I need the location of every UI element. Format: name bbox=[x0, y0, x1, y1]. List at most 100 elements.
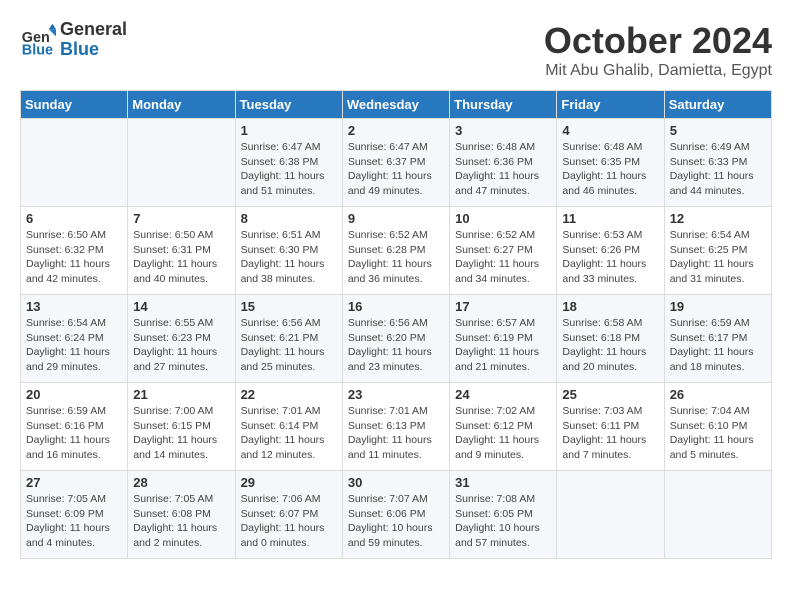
day-info: Sunrise: 6:49 AMSunset: 6:33 PMDaylight:… bbox=[670, 140, 766, 199]
calendar-table: SundayMondayTuesdayWednesdayThursdayFrid… bbox=[20, 90, 772, 559]
day-info: Sunrise: 7:02 AMSunset: 6:12 PMDaylight:… bbox=[455, 404, 551, 463]
day-number: 3 bbox=[455, 123, 551, 138]
calendar-cell: 14Sunrise: 6:55 AMSunset: 6:23 PMDayligh… bbox=[128, 295, 235, 383]
day-info: Sunrise: 6:59 AMSunset: 6:17 PMDaylight:… bbox=[670, 316, 766, 375]
week-row-4: 20Sunrise: 6:59 AMSunset: 6:16 PMDayligh… bbox=[21, 383, 772, 471]
day-number: 30 bbox=[348, 475, 444, 490]
day-header-thursday: Thursday bbox=[450, 91, 557, 119]
day-info: Sunrise: 7:05 AMSunset: 6:09 PMDaylight:… bbox=[26, 492, 122, 551]
day-number: 4 bbox=[562, 123, 658, 138]
day-info: Sunrise: 6:50 AMSunset: 6:31 PMDaylight:… bbox=[133, 228, 229, 287]
day-number: 10 bbox=[455, 211, 551, 226]
calendar-cell bbox=[557, 471, 664, 559]
day-info: Sunrise: 6:54 AMSunset: 6:24 PMDaylight:… bbox=[26, 316, 122, 375]
page-header: Gen Blue General Blue October 2024 Mit A… bbox=[20, 20, 772, 80]
calendar-cell: 28 Sunrise: 7:05 AMSunset: 6:08 PMDayligh… bbox=[128, 471, 235, 559]
calendar-cell: 21 Sunrise: 7:00 AMSunset: 6:15 PMDayligh… bbox=[128, 383, 235, 471]
day-info: Sunrise: 6:47 AMSunset: 6:38 PMDaylight:… bbox=[241, 140, 337, 199]
calendar-cell: 24Sunrise: 7:02 AMSunset: 6:12 PMDayligh… bbox=[450, 383, 557, 471]
day-number: 1 bbox=[241, 123, 337, 138]
week-row-2: 6 Sunrise: 6:50 AMSunset: 6:32 PMDaylight… bbox=[21, 207, 772, 295]
day-header-friday: Friday bbox=[557, 91, 664, 119]
day-number: 20 bbox=[26, 387, 122, 402]
logo-blue: Blue bbox=[60, 40, 127, 60]
day-number: 27 bbox=[26, 475, 122, 490]
day-number: 21 bbox=[133, 387, 229, 402]
day-number: 12 bbox=[670, 211, 766, 226]
calendar-cell: 22Sunrise: 7:01 AMSunset: 6:14 PMDayligh… bbox=[235, 383, 342, 471]
calendar-cell: 16 Sunrise: 6:56 AMSunset: 6:20 PMDayligh… bbox=[342, 295, 449, 383]
day-info: Sunrise: 6:54 AMSunset: 6:25 PMDaylight:… bbox=[670, 228, 766, 287]
day-info: Sunrise: 7:01 AMSunset: 6:14 PMDaylight:… bbox=[241, 404, 337, 463]
day-info: Sunrise: 7:07 AMSunset: 6:06 PMDaylight:… bbox=[348, 492, 444, 551]
day-header-wednesday: Wednesday bbox=[342, 91, 449, 119]
title-block: October 2024 Mit Abu Ghalib, Damietta, E… bbox=[544, 20, 772, 80]
day-number: 2 bbox=[348, 123, 444, 138]
calendar-cell: 4 Sunrise: 6:48 AMSunset: 6:35 PMDaylight… bbox=[557, 119, 664, 207]
day-info: Sunrise: 6:57 AMSunset: 6:19 PMDaylight:… bbox=[455, 316, 551, 375]
day-number: 13 bbox=[26, 299, 122, 314]
day-info: Sunrise: 6:58 AMSunset: 6:18 PMDaylight:… bbox=[562, 316, 658, 375]
calendar-cell: 1 Sunrise: 6:47 AMSunset: 6:38 PMDaylight… bbox=[235, 119, 342, 207]
day-number: 6 bbox=[26, 211, 122, 226]
day-info: Sunrise: 6:48 AMSunset: 6:35 PMDaylight:… bbox=[562, 140, 658, 199]
day-info: Sunrise: 6:48 AMSunset: 6:36 PMDaylight:… bbox=[455, 140, 551, 199]
day-number: 8 bbox=[241, 211, 337, 226]
day-info: Sunrise: 7:08 AMSunset: 6:05 PMDaylight:… bbox=[455, 492, 551, 551]
day-number: 17 bbox=[455, 299, 551, 314]
day-info: Sunrise: 6:56 AMSunset: 6:20 PMDaylight:… bbox=[348, 316, 444, 375]
day-number: 16 bbox=[348, 299, 444, 314]
day-header-sunday: Sunday bbox=[21, 91, 128, 119]
week-row-5: 27 Sunrise: 7:05 AMSunset: 6:09 PMDayligh… bbox=[21, 471, 772, 559]
week-row-3: 13 Sunrise: 6:54 AMSunset: 6:24 PMDayligh… bbox=[21, 295, 772, 383]
day-number: 9 bbox=[348, 211, 444, 226]
calendar-cell: 3 Sunrise: 6:48 AMSunset: 6:36 PMDaylight… bbox=[450, 119, 557, 207]
calendar-cell: 8 Sunrise: 6:51 AMSunset: 6:30 PMDaylight… bbox=[235, 207, 342, 295]
day-info: Sunrise: 7:04 AMSunset: 6:10 PMDaylight:… bbox=[670, 404, 766, 463]
day-header-tuesday: Tuesday bbox=[235, 91, 342, 119]
calendar-cell: 17 Sunrise: 6:57 AMSunset: 6:19 PMDayligh… bbox=[450, 295, 557, 383]
day-number: 18 bbox=[562, 299, 658, 314]
calendar-cell: 29Sunrise: 7:06 AMSunset: 6:07 PMDayligh… bbox=[235, 471, 342, 559]
calendar-cell: 25Sunrise: 7:03 AMSunset: 6:11 PMDayligh… bbox=[557, 383, 664, 471]
calendar-header-row: SundayMondayTuesdayWednesdayThursdayFrid… bbox=[21, 91, 772, 119]
calendar-cell: 18 Sunrise: 6:58 AMSunset: 6:18 PMDayligh… bbox=[557, 295, 664, 383]
day-number: 11 bbox=[562, 211, 658, 226]
day-info: Sunrise: 6:47 AMSunset: 6:37 PMDaylight:… bbox=[348, 140, 444, 199]
day-number: 7 bbox=[133, 211, 229, 226]
month-title: October 2024 bbox=[544, 20, 772, 62]
day-info: Sunrise: 6:56 AMSunset: 6:21 PMDaylight:… bbox=[241, 316, 337, 375]
calendar-cell: 12 Sunrise: 6:54 AMSunset: 6:25 PMDayligh… bbox=[664, 207, 771, 295]
day-header-monday: Monday bbox=[128, 91, 235, 119]
calendar-cell: 13 Sunrise: 6:54 AMSunset: 6:24 PMDayligh… bbox=[21, 295, 128, 383]
svg-text:Blue: Blue bbox=[22, 42, 53, 58]
day-header-saturday: Saturday bbox=[664, 91, 771, 119]
logo-icon: Gen Blue bbox=[20, 22, 56, 58]
calendar-cell: 31Sunrise: 7:08 AMSunset: 6:05 PMDayligh… bbox=[450, 471, 557, 559]
calendar-body: 1 Sunrise: 6:47 AMSunset: 6:38 PMDaylight… bbox=[21, 119, 772, 559]
calendar-cell: 2 Sunrise: 6:47 AMSunset: 6:37 PMDaylight… bbox=[342, 119, 449, 207]
calendar-cell: 5Sunrise: 6:49 AMSunset: 6:33 PMDaylight… bbox=[664, 119, 771, 207]
calendar-cell: 27 Sunrise: 7:05 AMSunset: 6:09 PMDayligh… bbox=[21, 471, 128, 559]
day-info: Sunrise: 6:53 AMSunset: 6:26 PMDaylight:… bbox=[562, 228, 658, 287]
calendar-cell bbox=[664, 471, 771, 559]
logo: Gen Blue General Blue bbox=[20, 20, 127, 60]
calendar-cell: 15Sunrise: 6:56 AMSunset: 6:21 PMDayligh… bbox=[235, 295, 342, 383]
day-info: Sunrise: 6:52 AMSunset: 6:27 PMDaylight:… bbox=[455, 228, 551, 287]
day-info: Sunrise: 7:05 AMSunset: 6:08 PMDaylight:… bbox=[133, 492, 229, 551]
day-info: Sunrise: 7:00 AMSunset: 6:15 PMDaylight:… bbox=[133, 404, 229, 463]
day-info: Sunrise: 6:51 AMSunset: 6:30 PMDaylight:… bbox=[241, 228, 337, 287]
day-number: 14 bbox=[133, 299, 229, 314]
calendar-cell: 11 Sunrise: 6:53 AMSunset: 6:26 PMDayligh… bbox=[557, 207, 664, 295]
calendar-cell: 7 Sunrise: 6:50 AMSunset: 6:31 PMDaylight… bbox=[128, 207, 235, 295]
calendar-cell: 26 Sunrise: 7:04 AMSunset: 6:10 PMDayligh… bbox=[664, 383, 771, 471]
logo-general: General bbox=[60, 19, 127, 39]
calendar-cell: 10 Sunrise: 6:52 AMSunset: 6:27 PMDayligh… bbox=[450, 207, 557, 295]
day-number: 26 bbox=[670, 387, 766, 402]
week-row-1: 1 Sunrise: 6:47 AMSunset: 6:38 PMDaylight… bbox=[21, 119, 772, 207]
calendar-cell: 23Sunrise: 7:01 AMSunset: 6:13 PMDayligh… bbox=[342, 383, 449, 471]
day-number: 28 bbox=[133, 475, 229, 490]
day-info: Sunrise: 7:01 AMSunset: 6:13 PMDaylight:… bbox=[348, 404, 444, 463]
day-number: 19 bbox=[670, 299, 766, 314]
day-info: Sunrise: 6:50 AMSunset: 6:32 PMDaylight:… bbox=[26, 228, 122, 287]
